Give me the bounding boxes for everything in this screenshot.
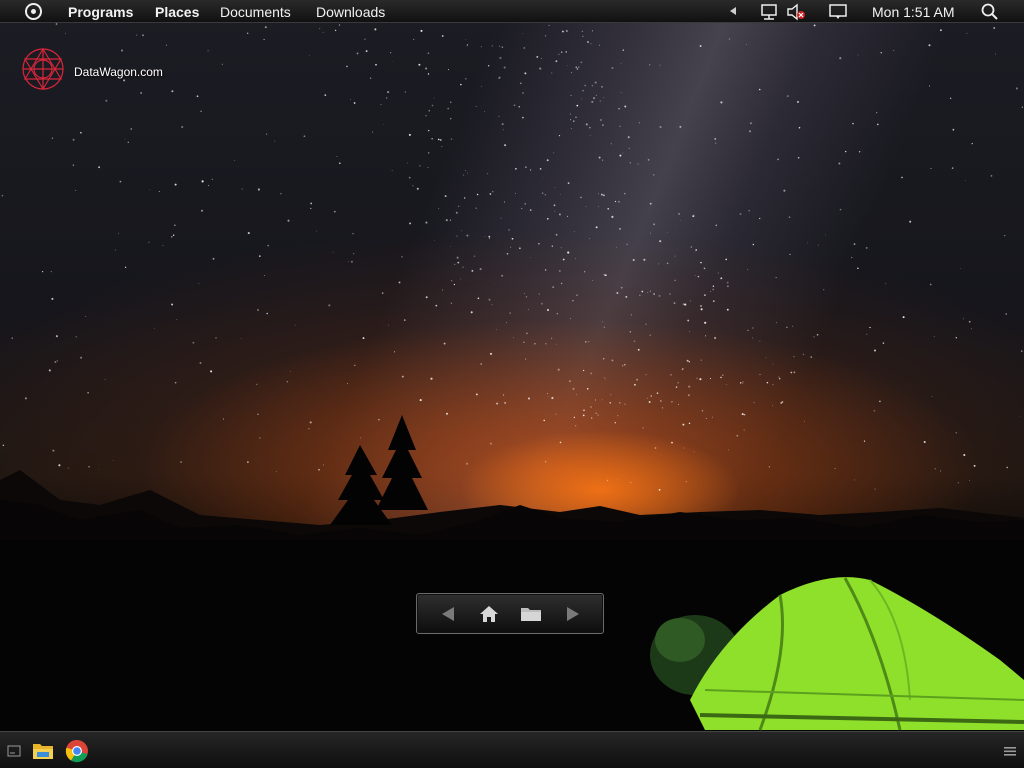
menu-programs[interactable]: Programs xyxy=(68,4,133,20)
clock[interactable]: Mon 1:51 AM xyxy=(872,4,955,20)
taskbar xyxy=(0,731,1024,768)
desktop-shortcut-label: DataWagon.com xyxy=(74,64,163,79)
navigation-dock xyxy=(416,593,604,634)
folder-icon[interactable] xyxy=(518,602,544,626)
file-explorer-icon[interactable] xyxy=(31,739,55,763)
network-icon[interactable] xyxy=(760,3,780,24)
home-icon[interactable] xyxy=(476,602,502,626)
menu-places[interactable]: Places xyxy=(155,4,199,20)
applications-logo-icon[interactable] xyxy=(25,3,42,20)
show-desktop-icon[interactable] xyxy=(5,739,23,763)
back-arrow-icon[interactable] xyxy=(435,602,461,626)
menu-documents[interactable]: Documents xyxy=(220,4,291,20)
chrome-icon[interactable] xyxy=(64,739,90,763)
top-panel: Programs Places Documents Downloads Mon … xyxy=(0,0,1024,23)
menu-downloads[interactable]: Downloads xyxy=(316,4,385,20)
forward-arrow-icon[interactable] xyxy=(560,602,586,626)
desktop-shortcut-datawagon[interactable]: DataWagon.com xyxy=(20,46,163,97)
desktop-wallpaper xyxy=(0,0,1024,768)
hamburger-menu-icon[interactable] xyxy=(1002,739,1018,763)
datawagon-logo-icon xyxy=(20,46,66,97)
volume-muted-icon[interactable] xyxy=(786,3,808,24)
tray-expand-arrow-icon[interactable] xyxy=(728,3,738,22)
search-icon[interactable] xyxy=(981,3,999,24)
notification-icon[interactable] xyxy=(829,3,847,24)
